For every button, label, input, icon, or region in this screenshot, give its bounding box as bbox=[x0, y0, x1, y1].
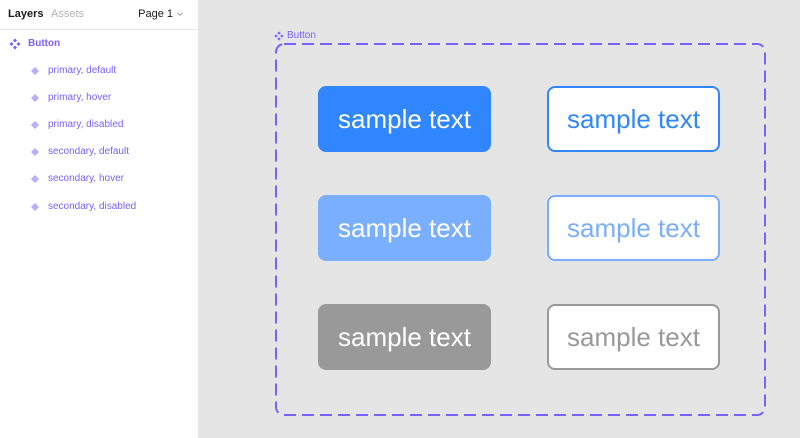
variant-diamond-icon bbox=[31, 67, 39, 75]
layer-item-secondary-disabled[interactable]: secondary, disabled bbox=[0, 197, 198, 217]
variant-diamond-icon bbox=[31, 94, 39, 102]
button-secondary-disabled[interactable]: sample text bbox=[547, 304, 720, 370]
chevron-down-icon bbox=[177, 12, 183, 17]
layer-label: Button bbox=[28, 38, 61, 49]
component-set-name: Button bbox=[287, 30, 316, 41]
layer-item-button-component[interactable]: Button bbox=[0, 34, 198, 54]
button-secondary-default[interactable]: sample text bbox=[547, 86, 720, 152]
variant-diamond-icon bbox=[31, 175, 39, 183]
button-primary-hover[interactable]: sample text bbox=[318, 195, 491, 261]
layer-label: primary, hover bbox=[48, 92, 112, 103]
layers-panel: Layers Assets Page 1 Button primary, def… bbox=[0, 0, 199, 438]
component-icon bbox=[9, 38, 21, 50]
canvas[interactable]: Button sample text sample text sample te… bbox=[199, 0, 800, 438]
tab-layers[interactable]: Layers bbox=[8, 7, 43, 21]
layer-item-primary-default[interactable]: primary, default bbox=[0, 61, 198, 81]
page-selector-label: Page 1 bbox=[138, 8, 173, 20]
layer-item-primary-disabled[interactable]: primary, disabled bbox=[0, 115, 198, 135]
app: Layers Assets Page 1 Button primary, def… bbox=[0, 0, 800, 438]
layer-label: secondary, disabled bbox=[48, 201, 137, 212]
tab-assets[interactable]: Assets bbox=[51, 7, 84, 21]
component-icon bbox=[274, 31, 284, 41]
layer-label: primary, default bbox=[48, 65, 117, 76]
layer-item-primary-hover[interactable]: primary, hover bbox=[0, 88, 198, 108]
variant-diamond-icon bbox=[31, 148, 39, 156]
button-primary-disabled[interactable]: sample text bbox=[318, 304, 491, 370]
variant-diamond-icon bbox=[31, 203, 39, 211]
component-set-label[interactable]: Button bbox=[274, 30, 316, 42]
layer-label: secondary, default bbox=[48, 146, 129, 157]
layer-label: primary, disabled bbox=[48, 119, 124, 130]
variant-diamond-icon bbox=[31, 121, 39, 129]
layer-item-secondary-default[interactable]: secondary, default bbox=[0, 142, 198, 162]
button-primary-default[interactable]: sample text bbox=[318, 86, 491, 152]
panel-header: Layers Assets Page 1 bbox=[0, 0, 198, 30]
button-secondary-hover[interactable]: sample text bbox=[547, 195, 720, 261]
layer-item-secondary-hover[interactable]: secondary, hover bbox=[0, 169, 198, 189]
page-selector[interactable]: Page 1 bbox=[138, 7, 184, 21]
layer-label: secondary, hover bbox=[48, 173, 124, 184]
